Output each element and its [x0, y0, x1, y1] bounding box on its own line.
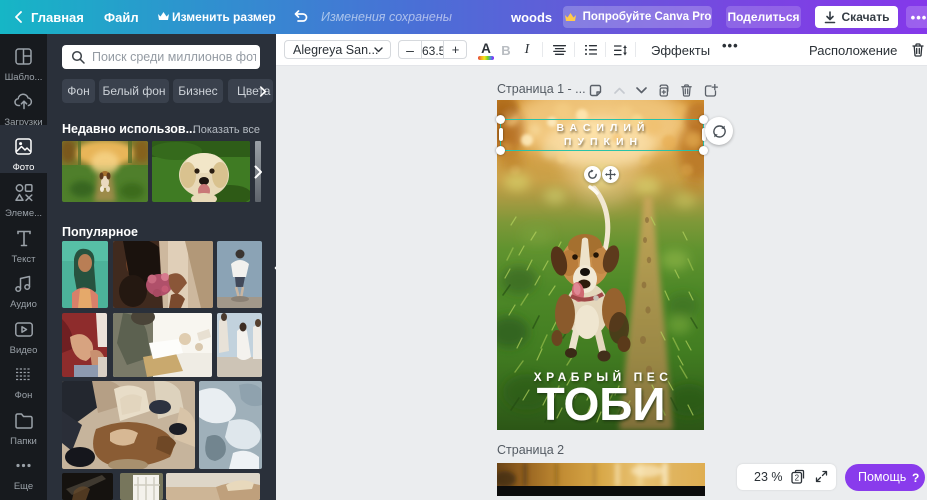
svg-text:2: 2: [795, 474, 800, 483]
svg-text:ТОБИ: ТОБИ: [537, 378, 666, 430]
